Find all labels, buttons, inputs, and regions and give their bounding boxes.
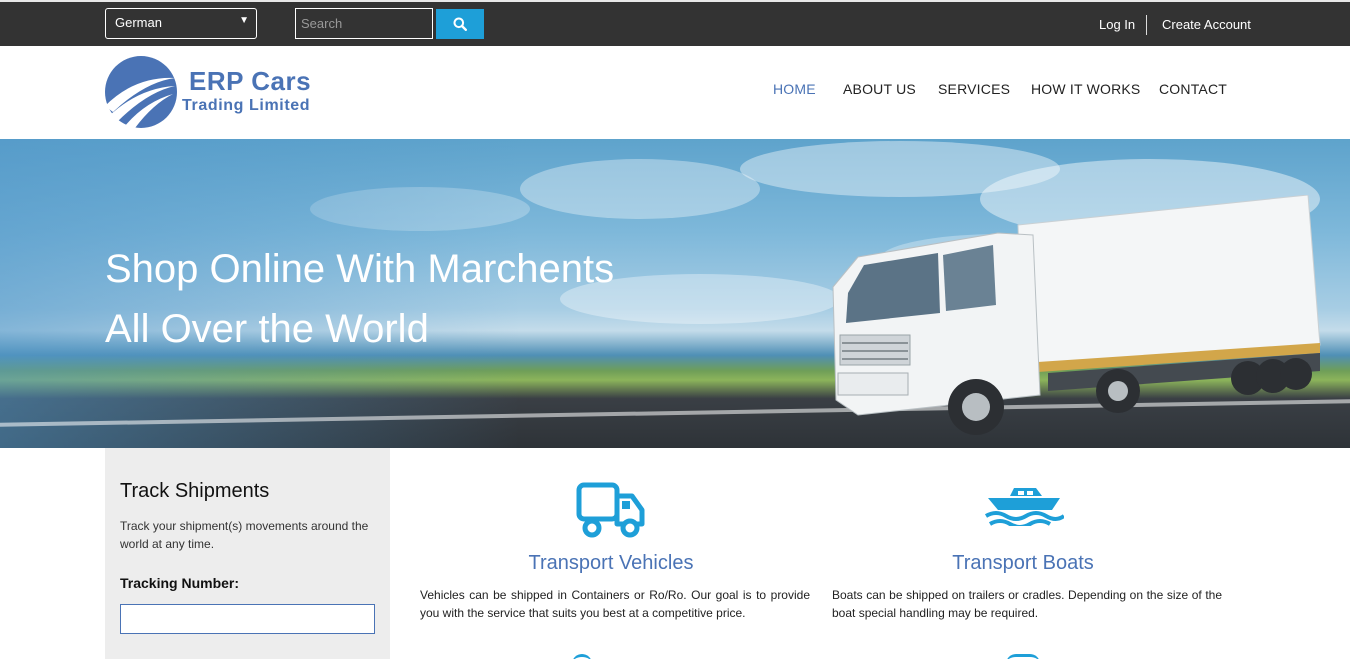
nav-contact[interactable]: CONTACT	[1159, 81, 1227, 97]
hero-headline: Shop Online With Marchents All Over the …	[105, 239, 614, 359]
truck-icon	[576, 482, 645, 538]
track-shipments-panel: Track Shipments Track your shipment(s) m…	[105, 448, 390, 659]
language-select-value: German	[115, 15, 162, 30]
tracking-number-input[interactable]	[120, 604, 375, 634]
nav-home[interactable]: HOME	[773, 81, 816, 97]
nav-about-us[interactable]: ABOUT US	[843, 81, 916, 97]
brand-name: ERP Cars	[189, 66, 312, 96]
service-description: Boats can be shipped on trailers or crad…	[832, 588, 1222, 620]
track-description: Track your shipment(s) movements around …	[120, 519, 369, 551]
language-select[interactable]: German ▼	[105, 8, 257, 39]
chevron-down-icon: ▼	[239, 15, 249, 26]
tracking-number-label: Tracking Number:	[120, 575, 240, 591]
next-service-icon	[572, 654, 592, 659]
track-title: Track Shipments	[120, 480, 270, 502]
brand-subtitle: Trading Limited	[182, 97, 311, 114]
service-title[interactable]: Transport Vehicles	[416, 552, 806, 575]
search-placeholder: Search	[301, 16, 343, 31]
hero-line-2: All Over the World	[105, 307, 429, 351]
hero-line-1: Shop Online With Marchents	[105, 247, 615, 291]
nav-how-it-works[interactable]: HOW IT WORKS	[1031, 81, 1140, 97]
service-description: Vehicles can be shipped in Containers or…	[420, 588, 810, 620]
create-account-link[interactable]: Create Account	[1162, 17, 1251, 32]
truck-image	[832, 195, 1321, 435]
next-service-icon	[1006, 654, 1040, 659]
site-header: ERP Cars Trading Limited HOME ABOUT US S…	[0, 46, 1350, 139]
top-bar: German ▼ Search Log In Create Account	[0, 0, 1350, 46]
service-title[interactable]: Transport Boats	[828, 552, 1218, 575]
search-input[interactable]: Search	[295, 8, 433, 39]
logo-icon[interactable]	[105, 56, 177, 128]
top-divider	[1146, 15, 1147, 35]
search-icon	[453, 17, 467, 31]
boat-icon	[984, 488, 1064, 526]
search-button[interactable]	[436, 9, 484, 39]
login-link[interactable]: Log In	[1099, 17, 1135, 32]
nav-services[interactable]: SERVICES	[938, 81, 1010, 97]
hero-banner: Shop Online With Marchents All Over the …	[0, 139, 1350, 448]
